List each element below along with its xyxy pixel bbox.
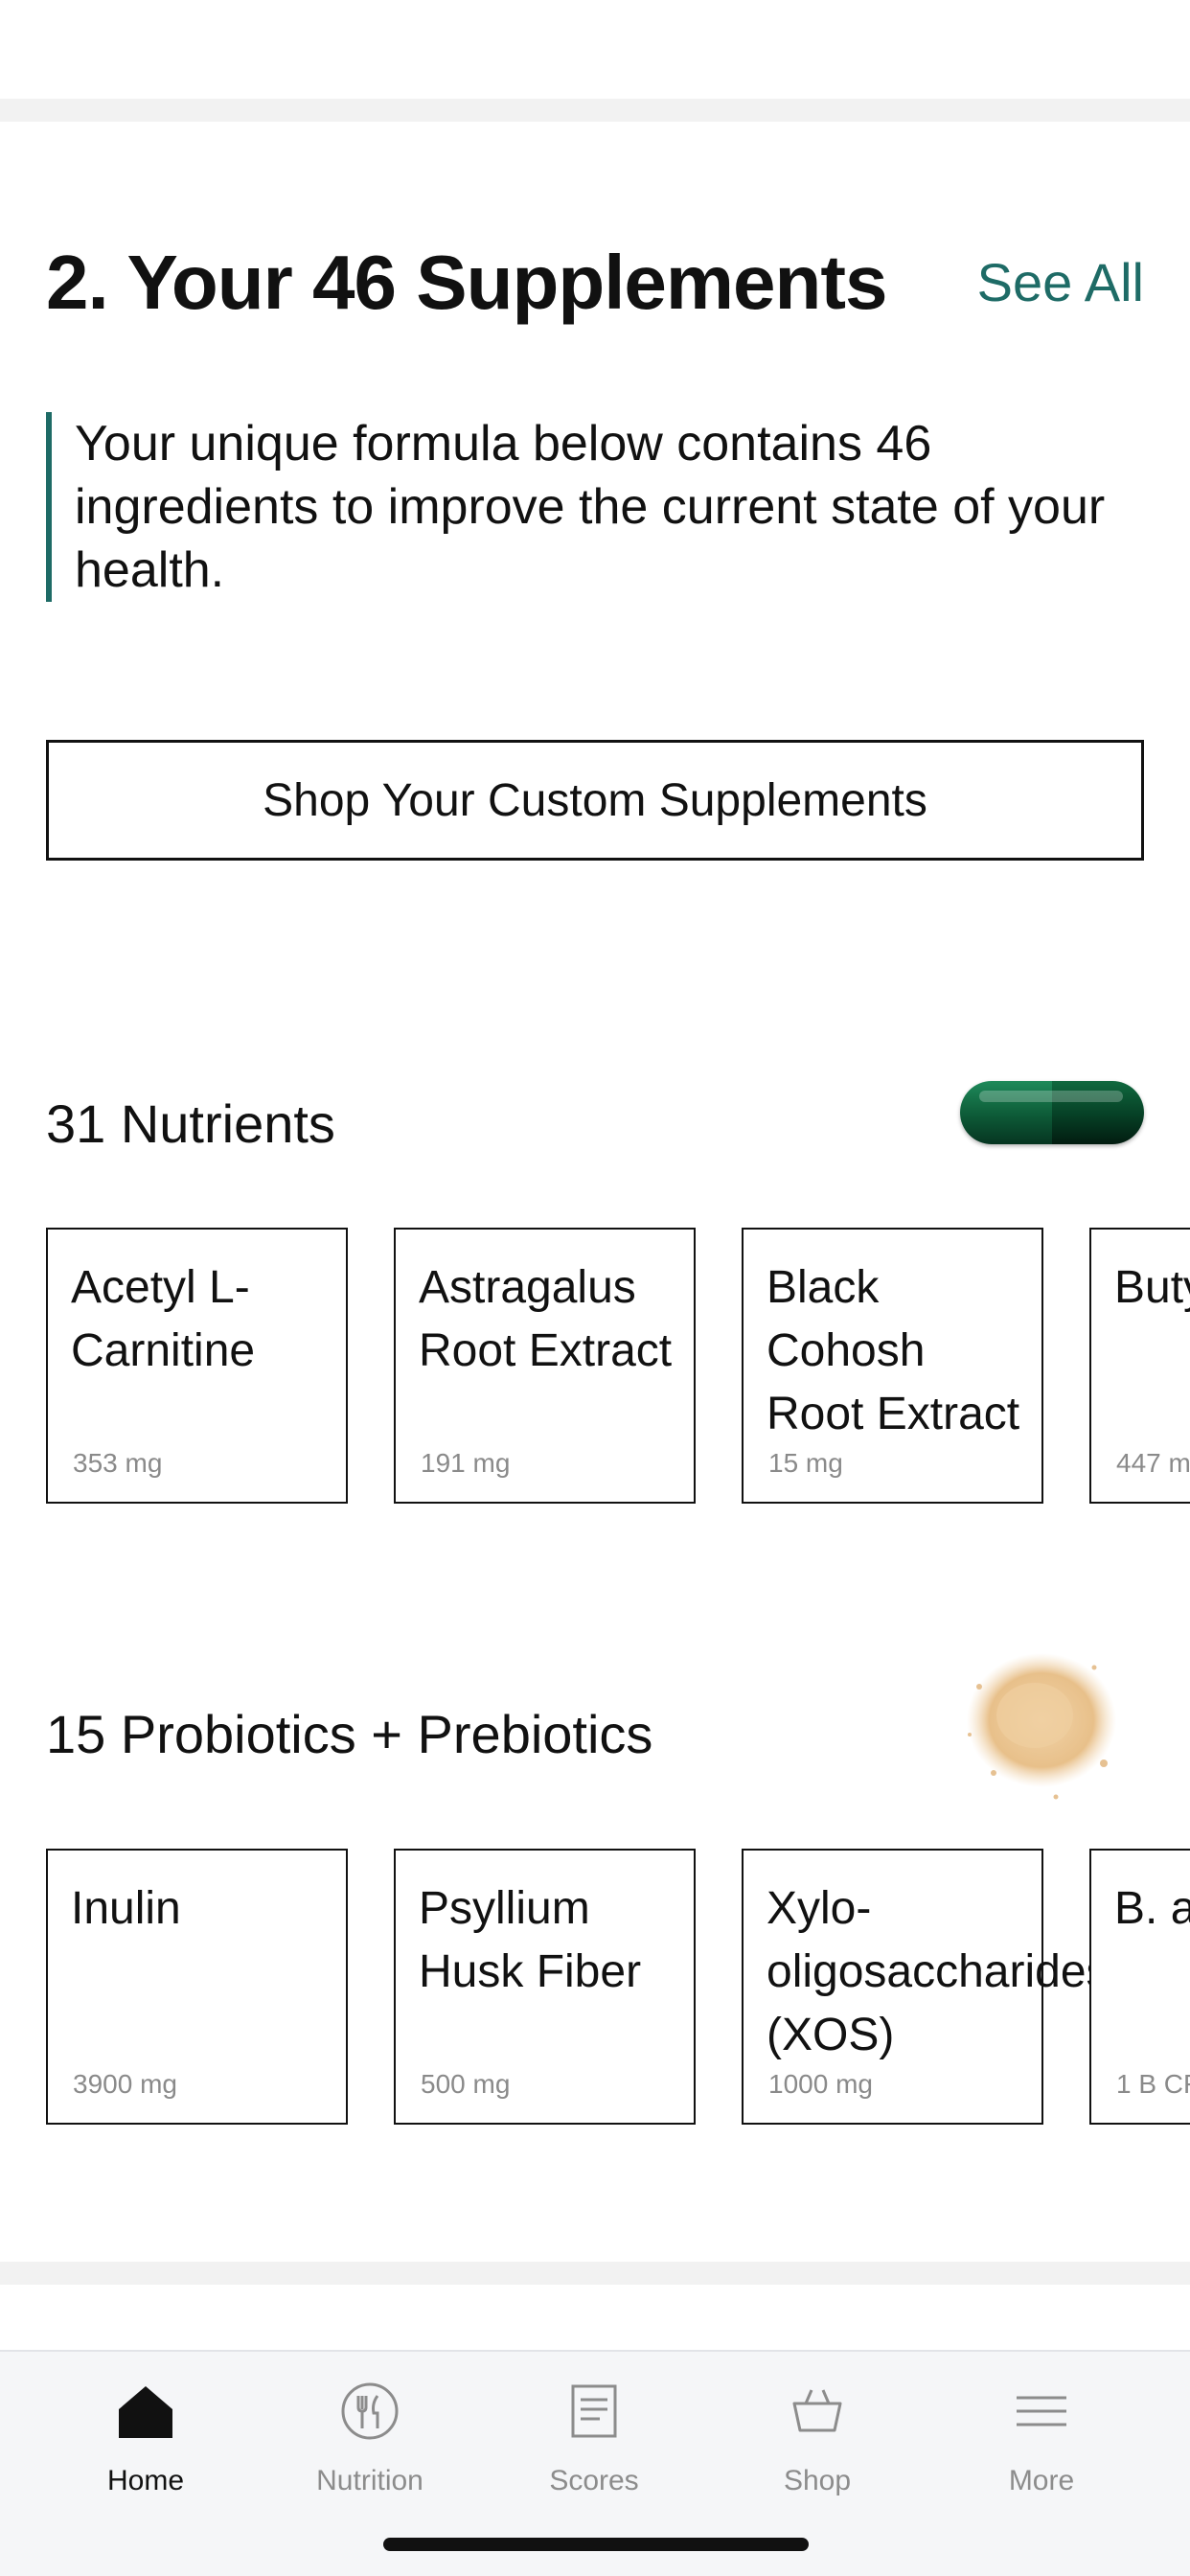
tab-label: Scores	[549, 2465, 639, 2496]
see-all-link[interactable]: See All	[977, 249, 1144, 316]
probiotic-dose: 500 mg	[421, 2069, 511, 2099]
section-header: 2. Your 46 Supplements See All	[46, 230, 1144, 335]
nutrient-dose: 447 m	[1116, 1448, 1190, 1478]
nutrient-name: Astragalus Root Extract	[419, 1262, 673, 1376]
probiotic-name: Xylo-oligosaccharides (XOS)	[767, 1883, 1110, 2060]
probiotic-card[interactable]: B. a ssp B42 1 B CF	[1089, 1849, 1190, 2125]
tab-nutrition[interactable]: Nutrition	[274, 2380, 466, 2515]
home-icon	[119, 2386, 172, 2438]
nutrient-card[interactable]: Buty 447 m	[1089, 1228, 1190, 1504]
green-capsule-icon	[960, 1081, 1144, 1144]
nutrient-name: Black Cohosh Root Extract	[767, 1262, 1020, 1439]
probiotic-card[interactable]: Xylo-oligosaccharides (XOS) 1000 mg	[742, 1849, 1110, 2125]
top-blank-area	[0, 0, 1190, 99]
nutrients-card-row[interactable]: Acetyl L-Carnitine 353 mg Astragalus Roo…	[46, 1228, 1190, 1506]
nutrient-card[interactable]: Black Cohosh Root Extract 15 mg	[742, 1228, 1043, 1504]
probiotics-title: 15 Probiotics + Prebiotics	[46, 1704, 653, 1764]
nutrient-dose: 191 mg	[421, 1448, 511, 1478]
section-divider-bottom	[0, 2262, 1190, 2285]
tab-scores[interactable]: Scores	[498, 2380, 690, 2515]
nutrient-dose: 15 mg	[768, 1448, 843, 1478]
probiotic-name: Inulin	[71, 1883, 181, 1934]
menu-icon	[1017, 2396, 1066, 2426]
probiotic-dose: 3900 mg	[73, 2069, 177, 2099]
shop-custom-supplements-button[interactable]: Shop Your Custom Supplements	[46, 740, 1144, 861]
nutrients-title: 31 Nutrients	[46, 1093, 335, 1154]
probiotic-card[interactable]: Psyllium Husk Fiber 500 mg	[394, 1849, 696, 2125]
section-divider-top	[0, 99, 1190, 122]
probiotics-card-row[interactable]: Inulin 3900 mg Psyllium Husk Fiber 500 m…	[46, 1849, 1190, 2127]
probiotic-name: B. a ssp B42	[1114, 1883, 1190, 1934]
probiotic-dose: 1000 mg	[768, 2069, 873, 2099]
tab-label: More	[1008, 2465, 1075, 2496]
nutrient-name: Acetyl L-Carnitine	[71, 1262, 256, 1376]
tab-home[interactable]: Home	[50, 2380, 241, 2515]
nutrient-name: Buty	[1114, 1262, 1190, 1313]
probiotic-dose: 1 B CF	[1116, 2069, 1190, 2099]
tab-shop[interactable]: Shop	[721, 2380, 913, 2515]
tab-label: Home	[106, 2465, 185, 2496]
document-icon	[571, 2384, 617, 2438]
fork-knife-icon	[341, 2382, 399, 2440]
tab-label: Shop	[783, 2465, 852, 2496]
section-title: 2. Your 46 Supplements	[46, 240, 888, 325]
nutrient-dose: 353 mg	[73, 1448, 163, 1478]
home-indicator	[383, 2538, 809, 2551]
formula-description: Your unique formula below contains 46 in…	[46, 412, 1177, 602]
probiotic-name: Psyllium Husk Fiber	[419, 1883, 642, 1997]
tab-label: Nutrition	[316, 2465, 423, 2496]
nutrient-card[interactable]: Acetyl L-Carnitine 353 mg	[46, 1228, 348, 1504]
probiotic-card[interactable]: Inulin 3900 mg	[46, 1849, 348, 2125]
basket-icon	[792, 2389, 842, 2432]
powder-icon	[967, 1653, 1116, 1800]
nutrient-card[interactable]: Astragalus Root Extract 191 mg	[394, 1228, 696, 1504]
tab-more[interactable]: More	[946, 2380, 1137, 2515]
